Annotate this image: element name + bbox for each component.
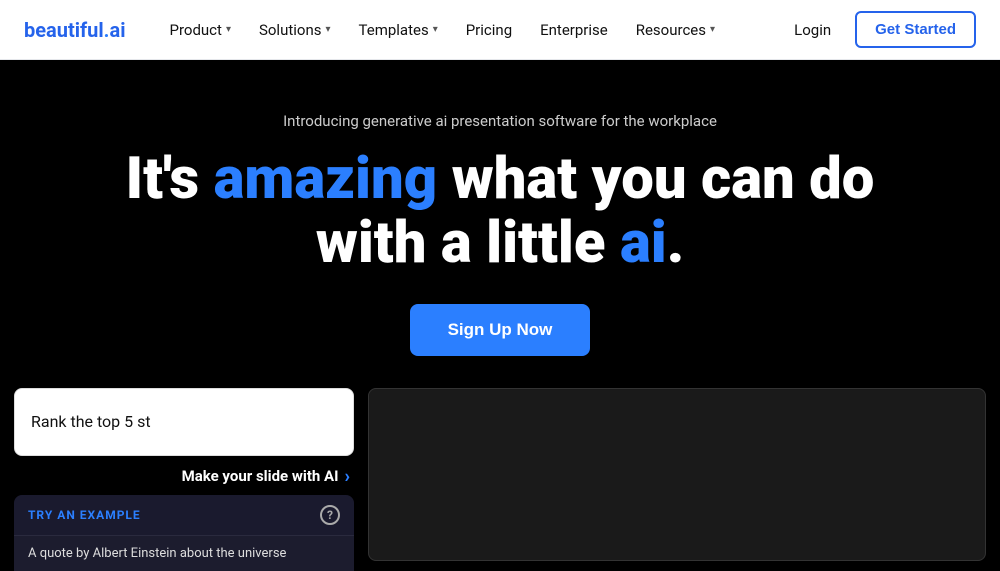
logo-text-after: ai — [109, 18, 125, 42]
example-item[interactable]: A quote by Albert Einstein about the uni… — [14, 535, 354, 571]
try-example-label: TRY AN EXAMPLE — [28, 508, 141, 522]
hero-subtitle: Introducing generative ai presentation s… — [283, 112, 717, 130]
hero-title-accent1: amazing — [214, 145, 438, 213]
chevron-down-icon: ▾ — [710, 24, 715, 35]
chevron-down-icon: ▾ — [226, 24, 231, 35]
arrow-right-icon: › — [345, 466, 350, 487]
hero-title-part3: with a little — [316, 209, 620, 277]
nav-actions: Login Get Started — [782, 11, 976, 48]
nav-label-templates: Templates — [359, 21, 429, 39]
try-example-bar: TRY AN EXAMPLE ? — [14, 495, 354, 535]
nav-label-enterprise: Enterprise — [540, 21, 608, 39]
ai-input-text: Rank the top 5 st — [31, 412, 151, 431]
nav-item-pricing[interactable]: Pricing — [454, 13, 524, 47]
make-slide-label: Make your slide with AI — [182, 467, 339, 485]
left-panel: Rank the top 5 st Make your slide with A… — [14, 388, 354, 561]
help-icon[interactable]: ? — [320, 505, 340, 525]
nav-label-solutions: Solutions — [259, 21, 322, 39]
nav-links: Product ▾ Solutions ▾ Templates ▾ Pricin… — [157, 13, 782, 47]
nav-label-resources: Resources — [636, 21, 706, 39]
nav-item-solutions[interactable]: Solutions ▾ — [247, 13, 343, 47]
hero-title-part2: what you can do — [437, 145, 874, 213]
get-started-button[interactable]: Get Started — [855, 11, 976, 48]
hero-title-part1: It's — [126, 145, 214, 213]
chevron-down-icon: ▾ — [433, 24, 438, 35]
nav-label-pricing: Pricing — [466, 21, 512, 39]
logo-text-before: beautiful — [24, 18, 104, 42]
nav-item-enterprise[interactable]: Enterprise — [528, 13, 620, 47]
hero-title-part4: . — [667, 209, 685, 277]
presentation-preview — [368, 388, 986, 561]
hero-title: It's amazing what you can do with a litt… — [126, 148, 875, 276]
logo[interactable]: beautiful.ai — [24, 18, 125, 42]
nav-item-templates[interactable]: Templates ▾ — [347, 13, 450, 47]
login-button[interactable]: Login — [782, 13, 843, 47]
chevron-down-icon: ▾ — [325, 24, 330, 35]
make-slide-row[interactable]: Make your slide with AI › — [14, 456, 354, 495]
hero-section: Introducing generative ai presentation s… — [0, 60, 1000, 388]
bottom-section: Rank the top 5 st Make your slide with A… — [0, 388, 1000, 561]
nav-label-product: Product — [169, 21, 221, 39]
ai-input-box[interactable]: Rank the top 5 st — [14, 388, 354, 456]
hero-cta-button[interactable]: Sign Up Now — [410, 304, 591, 356]
hero-title-accent2: ai — [620, 209, 667, 277]
nav-item-product[interactable]: Product ▾ — [157, 13, 242, 47]
nav-item-resources[interactable]: Resources ▾ — [624, 13, 727, 47]
navbar: beautiful.ai Product ▾ Solutions ▾ Templ… — [0, 0, 1000, 60]
